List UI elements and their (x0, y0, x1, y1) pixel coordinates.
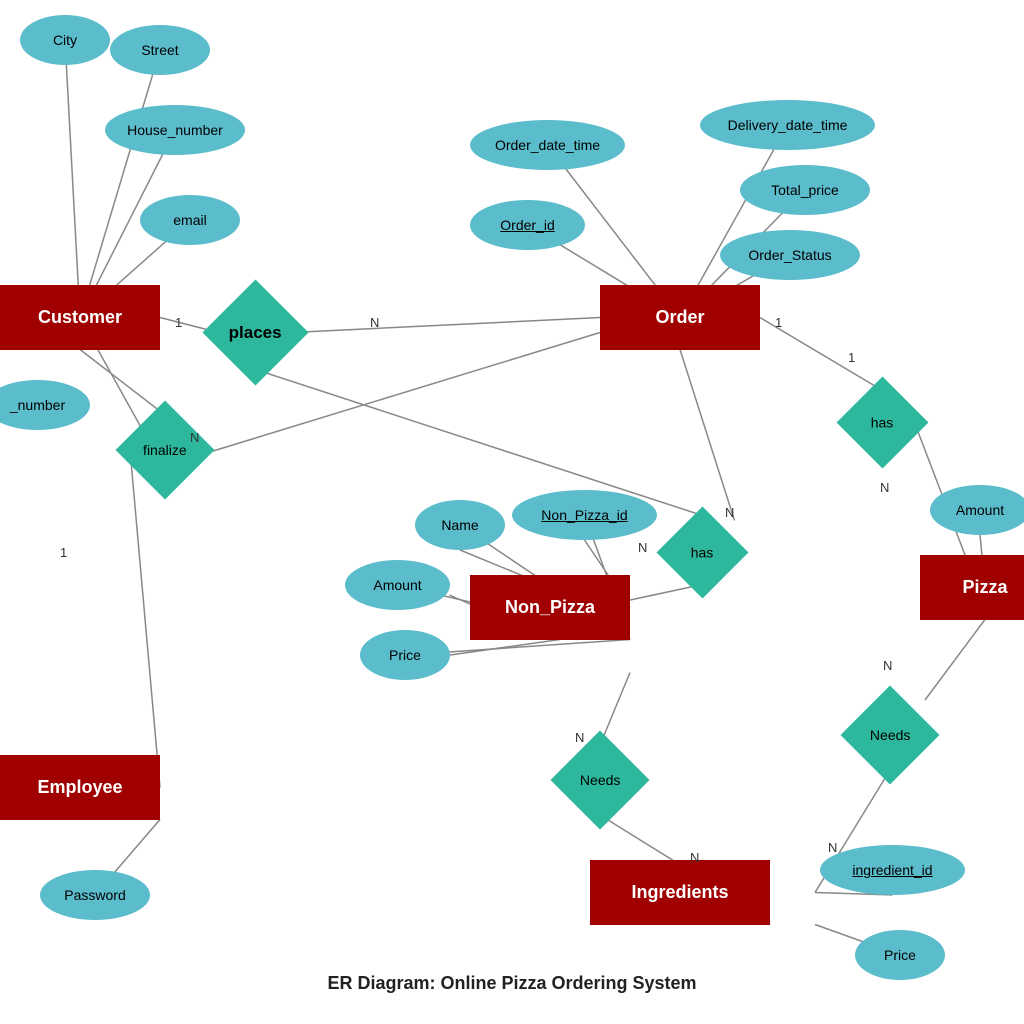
entity-customer: Customer (0, 285, 160, 350)
entity-order: Order (600, 285, 760, 350)
cardinality-label-6: N (880, 480, 889, 495)
cardinality-label-1: N (370, 315, 379, 330)
cardinality-label-8: N (638, 540, 647, 555)
cardinality-label-12: N (828, 840, 837, 855)
attribute-delivery_date_time: Delivery_date_time (700, 100, 875, 150)
attribute-city: City (20, 15, 110, 65)
cardinality-label-11: N (883, 658, 892, 673)
attribute-nonpizza_price: Price (360, 630, 450, 680)
cardinality-label-3: 1 (60, 545, 67, 560)
entity-employee: Employee (0, 755, 160, 820)
attribute-ingredient_price: Price (855, 930, 945, 980)
entity-nonpizza: Non_Pizza (470, 575, 630, 640)
attribute-nonpizza_name: Name (415, 500, 505, 550)
cardinality-label-7: N (725, 505, 734, 520)
cardinality-label-0: 1 (175, 315, 182, 330)
cardinality-label-10: N (690, 850, 699, 865)
title: ER Diagram: Online Pizza Ordering System (0, 973, 1024, 994)
cardinality-label-4: 1 (775, 315, 782, 330)
attribute-order_id: Order_id (470, 200, 585, 250)
entity-ingredients: Ingredients (590, 860, 770, 925)
cardinality-label-2: N (190, 430, 199, 445)
attribute-email: email (140, 195, 240, 245)
attribute-total_price: Total_price (740, 165, 870, 215)
attribute-order_date_time: Order_date_time (470, 120, 625, 170)
entity-pizza: Pizza (920, 555, 1024, 620)
attribute-house_number: House_number (105, 105, 245, 155)
cardinality-label-9: N (575, 730, 584, 745)
attribute-pizza_amount: Amount (930, 485, 1024, 535)
attribute-nonpizza_amount: Amount (345, 560, 450, 610)
attribute-password: Password (40, 870, 150, 920)
cardinality-label-5: 1 (848, 350, 855, 365)
attribute-ingredient_id: ingredient_id (820, 845, 965, 895)
attribute-order_status: Order_Status (720, 230, 860, 280)
attribute-street: Street (110, 25, 210, 75)
attribute-nonpizza_id: Non_Pizza_id (512, 490, 657, 540)
